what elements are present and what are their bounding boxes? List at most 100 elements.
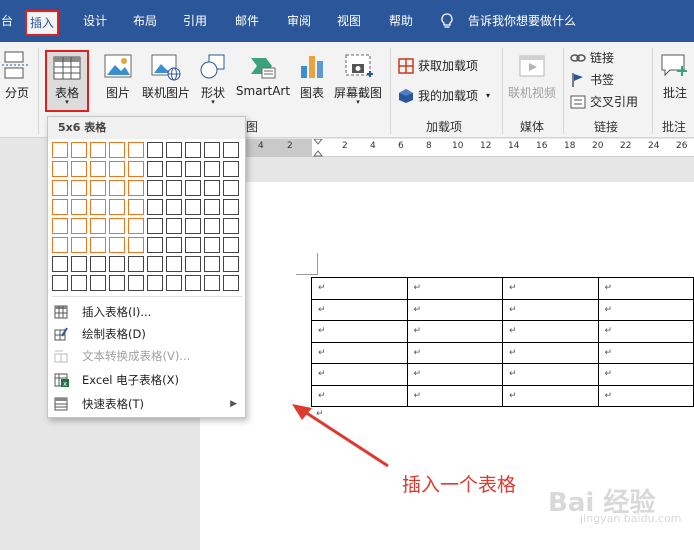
horizontal-ruler[interactable]: 4 2 2 4 6 8 10 12 14 16 18 20 22 24 26 <box>200 139 694 157</box>
grid-cell[interactable] <box>52 237 68 253</box>
grid-cell[interactable] <box>166 142 182 158</box>
grid-cell[interactable] <box>166 180 182 196</box>
grid-cell[interactable] <box>71 275 87 291</box>
new-comment-button[interactable]: 批注 <box>656 50 694 100</box>
table-cell[interactable]: ↵ <box>311 277 408 300</box>
grid-cell[interactable] <box>223 237 239 253</box>
grid-cell[interactable] <box>166 237 182 253</box>
grid-cell[interactable] <box>71 199 87 215</box>
grid-cell[interactable] <box>185 256 201 272</box>
grid-cell[interactable] <box>128 199 144 215</box>
menu-excel-spreadsheet[interactable]: x Excel 电子表格(X) <box>48 369 245 391</box>
grid-cell[interactable] <box>147 180 163 196</box>
grid-cell[interactable] <box>204 237 220 253</box>
grid-cell[interactable] <box>128 180 144 196</box>
tab-references[interactable]: 引用 <box>178 9 212 33</box>
grid-cell[interactable] <box>147 199 163 215</box>
inserted-table[interactable]: ↵ ↵ ↵ ↵ ↵ ↵ ↵ ↵ ↵ ↵ ↵ ↵ ↵ ↵ ↵ ↵ ↵ ↵ ↵ ↵ ↵ ↵ ↵ ↵ <box>311 277 694 407</box>
tab-home-partial[interactable]: 台 <box>0 9 14 33</box>
table-cell[interactable]: ↵ <box>597 277 694 300</box>
table-cell[interactable]: ↵ <box>311 363 408 386</box>
grid-cell[interactable] <box>52 256 68 272</box>
table-cell[interactable]: ↵ <box>597 384 694 407</box>
grid-cell[interactable] <box>204 256 220 272</box>
pictures-button[interactable]: 图片 <box>100 50 136 100</box>
grid-cell[interactable] <box>128 237 144 253</box>
grid-cell[interactable] <box>223 256 239 272</box>
grid-cell[interactable] <box>128 275 144 291</box>
cross-reference-button[interactable]: 交叉引用 <box>570 92 642 112</box>
grid-cell[interactable] <box>71 237 87 253</box>
grid-cell[interactable] <box>52 275 68 291</box>
tab-design[interactable]: 设计 <box>78 9 112 33</box>
table-cell[interactable]: ↵ <box>502 384 599 407</box>
shapes-button[interactable]: 形状 ▾ <box>196 50 230 112</box>
grid-cell[interactable] <box>147 161 163 177</box>
grid-cell[interactable] <box>109 275 125 291</box>
table-cell[interactable]: ↵ <box>502 341 599 364</box>
smartart-button[interactable]: SmartArt <box>234 50 292 100</box>
grid-cell[interactable] <box>71 180 87 196</box>
table-cell[interactable]: ↵ <box>311 341 408 364</box>
grid-cell[interactable] <box>90 237 106 253</box>
table-cell[interactable]: ↵ <box>502 320 599 343</box>
table-cell[interactable]: ↵ <box>406 384 503 407</box>
table-cell[interactable]: ↵ <box>502 298 599 321</box>
grid-cell[interactable] <box>90 199 106 215</box>
grid-cell[interactable] <box>90 275 106 291</box>
grid-cell[interactable] <box>71 142 87 158</box>
tab-review[interactable]: 审阅 <box>282 9 316 33</box>
grid-cell[interactable] <box>128 218 144 234</box>
grid-cell[interactable] <box>128 256 144 272</box>
online-video-button[interactable]: 联机视频 <box>506 50 558 100</box>
tab-help[interactable]: 帮助 <box>384 9 418 33</box>
grid-cell[interactable] <box>185 218 201 234</box>
my-addins-button[interactable]: 我的加载项 ▾ <box>398 86 494 106</box>
grid-cell[interactable] <box>52 161 68 177</box>
grid-cell[interactable] <box>109 180 125 196</box>
grid-cell[interactable] <box>185 275 201 291</box>
tab-layout[interactable]: 布局 <box>128 9 162 33</box>
grid-cell[interactable] <box>185 237 201 253</box>
grid-cell[interactable] <box>128 142 144 158</box>
grid-cell[interactable] <box>109 199 125 215</box>
grid-cell[interactable] <box>71 256 87 272</box>
grid-cell[interactable] <box>128 161 144 177</box>
table-cell[interactable]: ↵ <box>406 277 503 300</box>
grid-cell[interactable] <box>166 275 182 291</box>
grid-cell[interactable] <box>52 218 68 234</box>
tab-view[interactable]: 视图 <box>332 9 366 33</box>
table-cell[interactable]: ↵ <box>597 363 694 386</box>
grid-cell[interactable] <box>166 256 182 272</box>
indent-marker-icon[interactable] <box>313 139 323 157</box>
get-addins-button[interactable]: 获取加载项 <box>398 56 494 76</box>
grid-cell[interactable] <box>90 180 106 196</box>
chart-button[interactable]: 图表 <box>296 50 328 100</box>
grid-cell[interactable] <box>204 275 220 291</box>
grid-cell[interactable] <box>109 256 125 272</box>
table-cell[interactable]: ↵ <box>502 363 599 386</box>
grid-cell[interactable] <box>204 199 220 215</box>
grid-cell[interactable] <box>71 161 87 177</box>
grid-cell[interactable] <box>223 161 239 177</box>
grid-cell[interactable] <box>71 218 87 234</box>
grid-cell[interactable] <box>147 237 163 253</box>
table-cell[interactable]: ↵ <box>311 298 408 321</box>
grid-cell[interactable] <box>223 142 239 158</box>
grid-cell[interactable] <box>147 142 163 158</box>
table-cell[interactable]: ↵ <box>406 298 503 321</box>
grid-cell[interactable] <box>90 256 106 272</box>
table-cell[interactable]: ↵ <box>502 277 599 300</box>
grid-cell[interactable] <box>185 199 201 215</box>
table-cell[interactable]: ↵ <box>311 320 408 343</box>
tab-mailings[interactable]: 邮件 <box>230 9 264 33</box>
menu-draw-table[interactable]: 绘制表格(D) <box>48 323 245 345</box>
bookmark-button[interactable]: 书签 <box>570 70 642 90</box>
page-break-button[interactable]: 分页 <box>0 48 34 108</box>
grid-cell[interactable] <box>204 161 220 177</box>
grid-cell[interactable] <box>109 218 125 234</box>
table-cell[interactable]: ↵ <box>597 320 694 343</box>
grid-cell[interactable] <box>109 237 125 253</box>
grid-cell[interactable] <box>109 142 125 158</box>
tab-insert[interactable]: 插入 <box>25 10 59 36</box>
